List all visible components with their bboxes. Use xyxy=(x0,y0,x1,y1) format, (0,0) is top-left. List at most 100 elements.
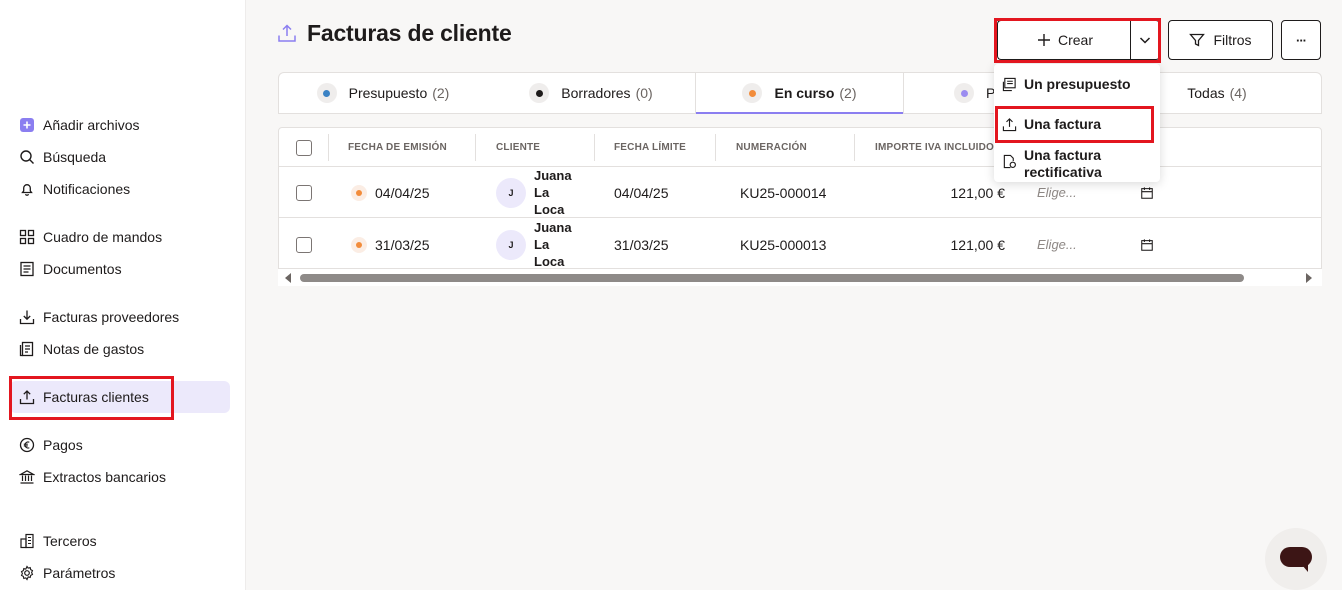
upload-tray-icon xyxy=(18,388,36,406)
chevron-down-icon xyxy=(1137,32,1153,48)
client-name[interactable]: Juana La Loca xyxy=(534,219,584,268)
column-issue-date[interactable]: FECHA DE EMISIÓN xyxy=(348,128,447,167)
menu-item-quote[interactable]: Un presupuesto xyxy=(1002,76,1131,93)
tab-en-curso[interactable]: En curso (2) xyxy=(695,73,904,114)
tab-label: Todas xyxy=(1187,85,1225,101)
status-tabs: Presupuesto (2) Borradores (0) En curso … xyxy=(278,72,1322,114)
plus-icon xyxy=(1036,32,1052,48)
invoice-number: KU25-000013 xyxy=(740,236,827,253)
calendar-icon[interactable] xyxy=(1140,219,1154,268)
main-content: Facturas de cliente Crear Filtros ··· Pr… xyxy=(247,0,1342,590)
upload-tray-icon xyxy=(277,23,299,45)
sidebar-item-label: Añadir archivos xyxy=(43,117,140,133)
sidebar-item-customer-invoices[interactable]: Facturas clientes xyxy=(10,381,230,413)
tab-borradores[interactable]: Borradores (0) xyxy=(487,73,695,113)
more-options-button[interactable]: ··· xyxy=(1281,20,1321,60)
due-date: 31/03/25 xyxy=(614,236,669,253)
buildings-icon xyxy=(18,532,36,550)
page-header: Facturas de cliente xyxy=(277,20,512,47)
column-client[interactable]: CLIENTE xyxy=(496,128,540,167)
sidebar-item-third-parties[interactable]: Terceros xyxy=(10,525,230,557)
issue-date: 31/03/25 xyxy=(375,236,430,253)
upload-tray-icon xyxy=(1002,117,1018,133)
tab-presupuesto[interactable]: Presupuesto (2) xyxy=(279,73,487,113)
sidebar-item-label: Documentos xyxy=(43,261,122,277)
select-all-checkbox[interactable] xyxy=(296,139,312,156)
status-dot-icon xyxy=(351,184,367,201)
sidebar-item-supplier-invoices[interactable]: Facturas proveedores xyxy=(10,301,230,333)
download-tray-icon xyxy=(18,308,36,326)
column-due-date[interactable]: FECHA LÍMITE xyxy=(614,128,686,167)
issue-date: 04/04/25 xyxy=(375,184,430,201)
client-avatar: J xyxy=(496,229,526,260)
sidebar-item-documents[interactable]: Documentos xyxy=(10,253,230,285)
table-row[interactable]: 04/04/25 J Juana La Loca 04/04/25 KU25-0… xyxy=(279,167,1321,218)
scrollbar-thumb[interactable] xyxy=(300,274,1244,282)
bank-icon xyxy=(18,468,36,486)
sidebar-item-label: Notificaciones xyxy=(43,181,131,197)
more-icon: ··· xyxy=(1296,32,1307,48)
create-dropdown-menu: Un presupuesto Una factura Una factura r… xyxy=(994,64,1160,182)
sidebar-item-label: Notas de gastos xyxy=(43,341,145,357)
scroll-left-icon[interactable] xyxy=(285,273,291,283)
sidebar-item-notifications[interactable]: Notificaciones xyxy=(10,173,230,205)
category-select[interactable]: Elige... xyxy=(1037,219,1077,268)
tab-label: Presupuesto xyxy=(348,85,428,101)
tab-count: (4) xyxy=(1229,85,1247,101)
tab-label: Borradores xyxy=(561,85,631,101)
gear-icon xyxy=(18,564,36,582)
sidebar-item-expense-notes[interactable]: Notas de gastos xyxy=(10,333,230,365)
sidebar-item-payments[interactable]: Pagos xyxy=(10,429,230,461)
dashboard-icon xyxy=(18,228,36,246)
menu-item-invoice[interactable]: Una factura xyxy=(1002,116,1101,133)
create-button[interactable]: Crear xyxy=(997,20,1131,60)
sidebar-item-label: Extractos bancarios xyxy=(43,469,166,485)
chat-icon xyxy=(1280,547,1312,572)
status-dot-icon xyxy=(529,83,550,103)
page-title: Facturas de cliente xyxy=(307,20,512,46)
sidebar-item-label: Cuadro de mandos xyxy=(43,229,163,245)
horizontal-scrollbar[interactable] xyxy=(278,269,1322,286)
plus-square-icon xyxy=(18,116,36,134)
amount: 121,00 € xyxy=(950,184,1006,201)
sidebar-item-label: Pagos xyxy=(43,437,83,453)
amount: 121,00 € xyxy=(950,236,1006,253)
chat-launcher[interactable] xyxy=(1265,528,1327,590)
client-avatar: J xyxy=(496,177,526,208)
column-numbering[interactable]: NUMERACIÓN xyxy=(736,128,807,167)
client-name[interactable]: Juana La Loca xyxy=(534,167,584,218)
document-refresh-icon xyxy=(1002,154,1018,170)
sidebar-item-label: Facturas clientes xyxy=(43,389,149,405)
sidebar-item-label: Parámetros xyxy=(43,565,116,581)
receipt-icon xyxy=(18,340,36,358)
euro-circle-icon xyxy=(18,436,36,454)
row-checkbox[interactable] xyxy=(296,236,312,253)
sidebar-item-settings[interactable]: Parámetros xyxy=(10,557,230,589)
row-checkbox[interactable] xyxy=(296,184,312,201)
sidebar-item-label: Terceros xyxy=(43,533,97,549)
sidebar-item-bank-statements[interactable]: Extractos bancarios xyxy=(10,461,230,493)
filter-icon xyxy=(1189,32,1206,48)
status-dot-icon xyxy=(351,236,367,253)
bell-icon xyxy=(18,180,36,198)
status-dot-icon xyxy=(316,83,337,103)
create-label: Crear xyxy=(1057,32,1093,48)
status-dot-icon xyxy=(954,83,974,103)
sidebar: Añadir archivos Búsqueda Notificaciones … xyxy=(0,0,246,590)
sidebar-item-dashboard[interactable]: Cuadro de mandos xyxy=(10,221,230,253)
table-row[interactable]: 31/03/25 J Juana La Loca 31/03/25 KU25-0… xyxy=(279,219,1321,268)
sidebar-item-add-files[interactable]: Añadir archivos xyxy=(10,109,230,141)
filters-button[interactable]: Filtros xyxy=(1168,20,1273,60)
sidebar-item-search[interactable]: Búsqueda xyxy=(10,141,230,173)
tab-label: En curso xyxy=(774,85,835,101)
invoices-table: FECHA DE EMISIÓN CLIENTE FECHA LÍMITE NU… xyxy=(278,127,1322,269)
create-dropdown-toggle[interactable] xyxy=(1130,20,1160,60)
menu-item-corrective-invoice[interactable]: Una factura rectificativa xyxy=(1002,147,1102,181)
column-amount[interactable]: IMPORTE IVA INCLUIDO xyxy=(875,128,994,167)
tab-count: (2) xyxy=(839,85,857,101)
scroll-right-icon[interactable] xyxy=(1306,273,1312,283)
search-icon xyxy=(18,148,36,166)
status-dot-icon xyxy=(742,83,763,103)
menu-item-label: Una factura rectificativa xyxy=(1024,147,1102,180)
document-icon xyxy=(18,260,36,278)
